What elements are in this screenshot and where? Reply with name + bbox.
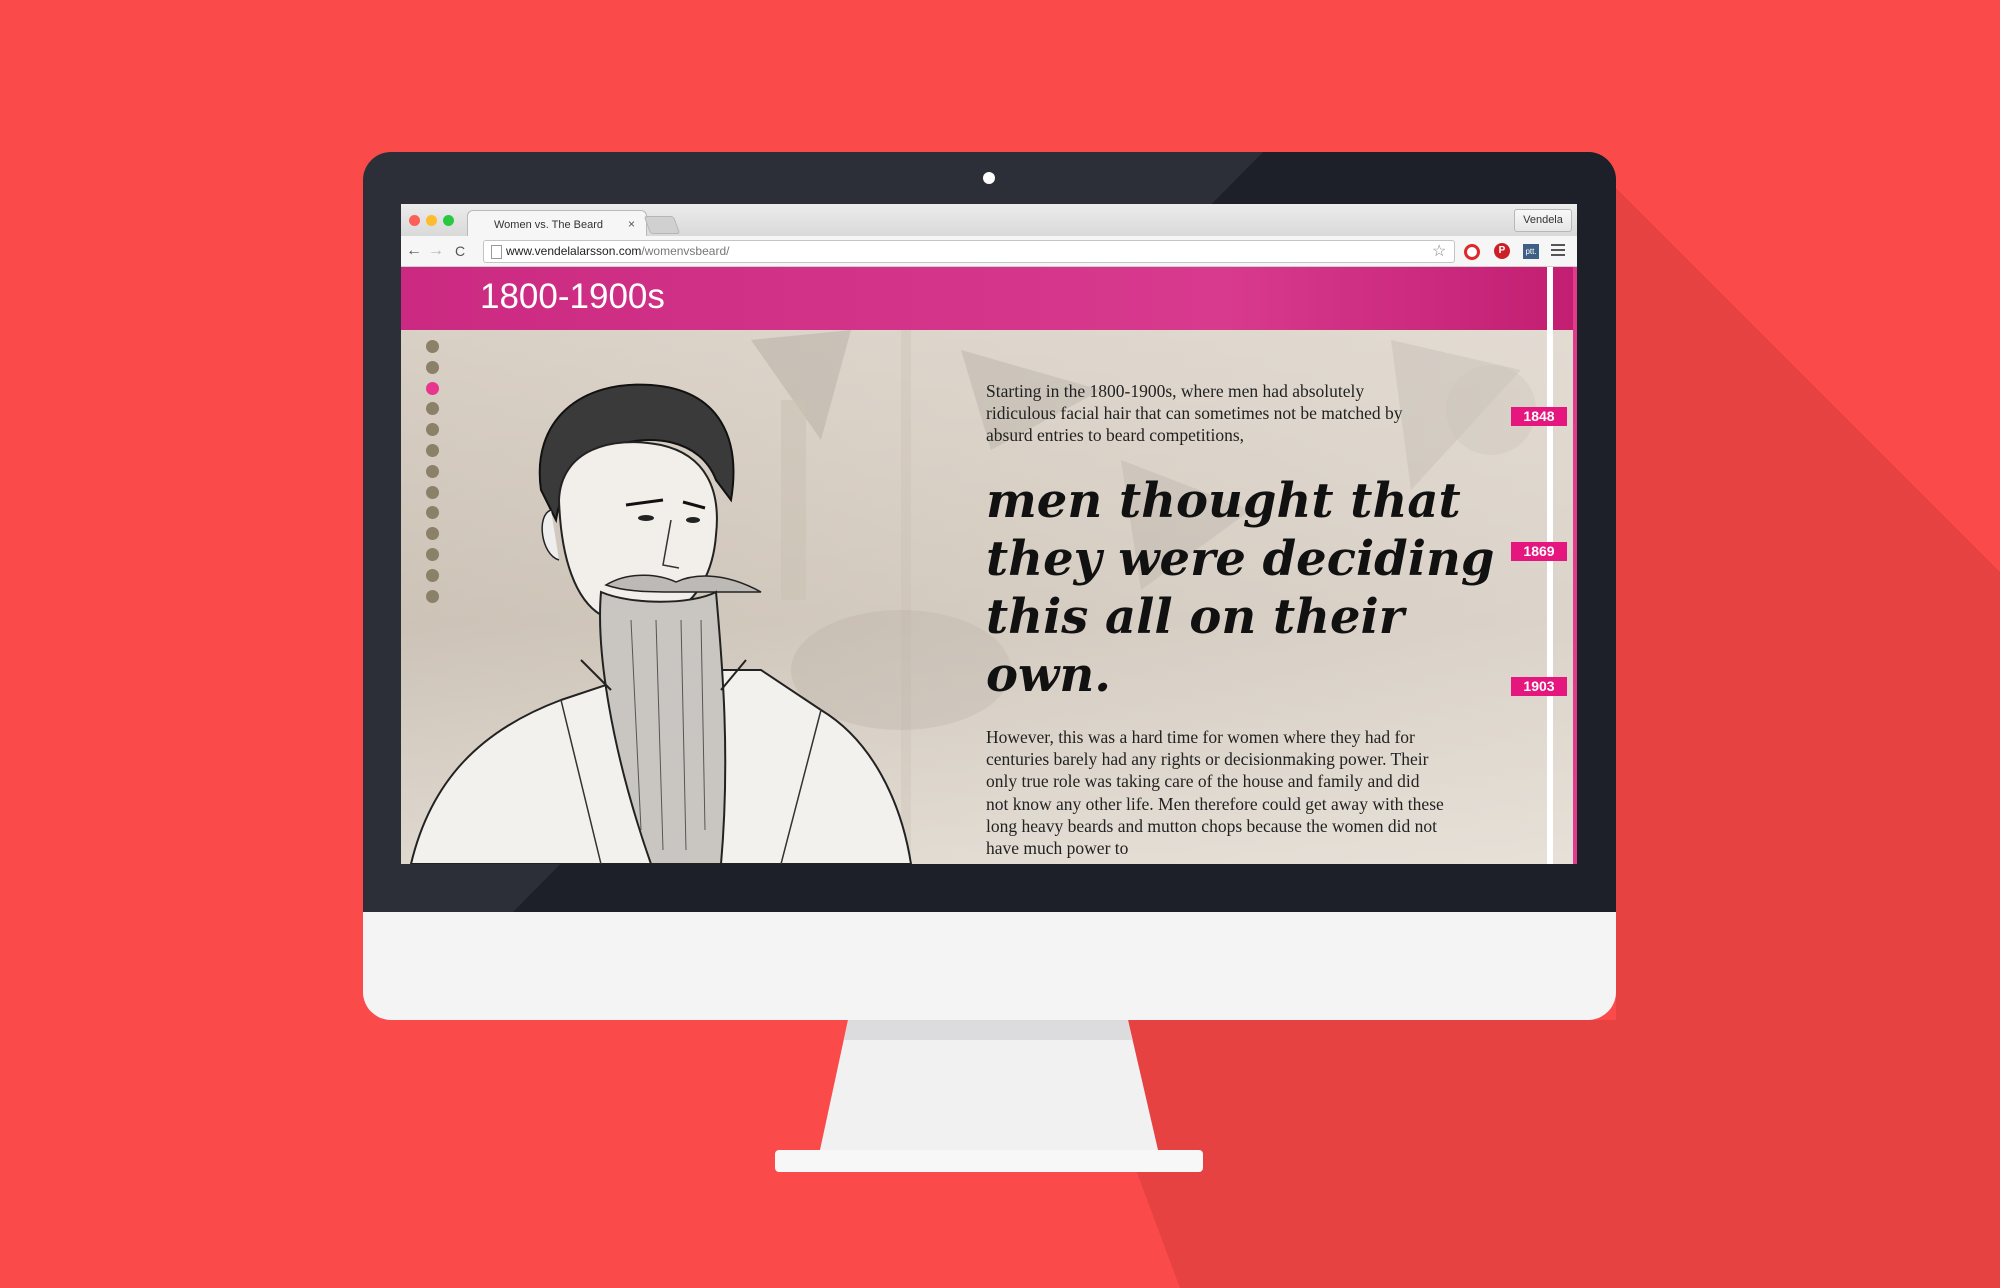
portrait-illustration bbox=[409, 383, 913, 864]
web-page: 1800-1900s Starting in the 1800-1900s, w… bbox=[401, 267, 1577, 864]
section-dot-nav bbox=[426, 340, 440, 610]
page-header: 1800-1900s bbox=[401, 267, 1577, 330]
nav-dot[interactable] bbox=[426, 527, 439, 541]
nav-dot[interactable] bbox=[426, 485, 439, 499]
address-bar[interactable]: www.vendelalarsson.com/womenvsbeard/ ☆ bbox=[483, 240, 1455, 263]
nav-dot[interactable] bbox=[426, 340, 439, 353]
nav-dot[interactable] bbox=[426, 464, 439, 478]
timeline-line bbox=[1547, 267, 1553, 864]
profile-button[interactable]: Vendela bbox=[1514, 209, 1572, 232]
nav-dot[interactable] bbox=[426, 568, 439, 582]
nav-dot[interactable] bbox=[426, 506, 439, 520]
close-window-button[interactable] bbox=[409, 215, 420, 226]
tab-strip: Women vs. The Beard × Vendela bbox=[401, 204, 1577, 237]
pinterest-extension-icon[interactable]: P bbox=[1494, 243, 1510, 259]
nav-dot[interactable] bbox=[426, 381, 439, 395]
timeline-edge bbox=[1573, 267, 1577, 864]
menu-icon[interactable] bbox=[1551, 244, 1565, 258]
opera-extension-icon[interactable] bbox=[1464, 244, 1480, 260]
pull-quote: men thought that they were deciding this… bbox=[986, 473, 1495, 703]
tab-title: Women vs. The Beard bbox=[494, 219, 604, 231]
ptt-extension-icon[interactable]: ptt. bbox=[1523, 244, 1539, 259]
minimize-window-button[interactable] bbox=[426, 215, 437, 226]
browser-toolbar: ← → C www.vendelalarsson.com/womenvsbear… bbox=[401, 236, 1577, 267]
tab-close-icon[interactable]: × bbox=[628, 217, 635, 231]
nav-dot[interactable] bbox=[426, 423, 439, 437]
nav-dot[interactable] bbox=[426, 360, 439, 374]
bookmark-star-icon[interactable]: ☆ bbox=[1432, 241, 1446, 261]
nav-dot[interactable] bbox=[426, 443, 439, 457]
body-paragraph: However, this was a hard time for women … bbox=[986, 727, 1444, 859]
page-icon bbox=[491, 245, 502, 259]
intro-paragraph: Starting in the 1800-1900s, where men ha… bbox=[986, 381, 1403, 445]
reload-icon[interactable]: C bbox=[451, 241, 469, 261]
new-tab-button[interactable] bbox=[643, 216, 681, 234]
page-heading: 1800-1900s bbox=[480, 277, 665, 316]
tab-active[interactable]: Women vs. The Beard × bbox=[467, 210, 647, 237]
zoom-window-button[interactable] bbox=[443, 215, 454, 226]
monitor-chin bbox=[363, 912, 1616, 1020]
browser-window: Women vs. The Beard × Vendela ← → C www.… bbox=[401, 204, 1577, 864]
forward-icon[interactable]: → bbox=[427, 241, 445, 261]
back-icon[interactable]: ← bbox=[405, 241, 423, 261]
nav-dot[interactable] bbox=[426, 589, 439, 603]
timeline-year-1903[interactable]: 1903 bbox=[1511, 677, 1567, 696]
camera-icon bbox=[983, 172, 995, 184]
timeline-year-1848[interactable]: 1848 bbox=[1511, 407, 1567, 426]
timeline-year-1869[interactable]: 1869 bbox=[1511, 542, 1567, 561]
nav-dot[interactable] bbox=[426, 547, 439, 561]
nav-dot[interactable] bbox=[426, 402, 439, 416]
url-text: www.vendelalarsson.com/womenvsbeard/ bbox=[506, 244, 730, 258]
